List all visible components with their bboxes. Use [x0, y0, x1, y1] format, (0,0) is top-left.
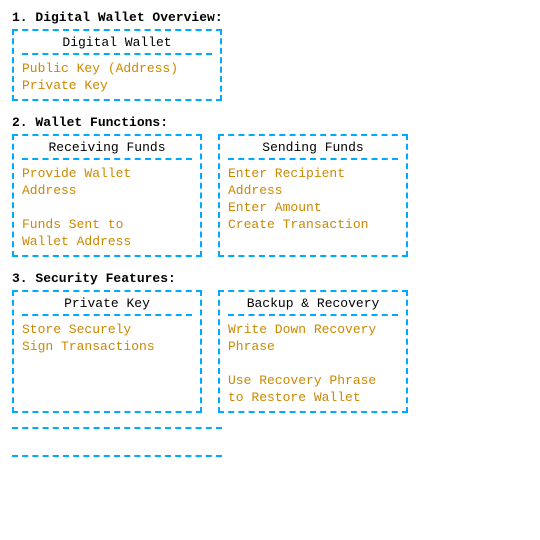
- sf-line-4: Create Transaction: [228, 217, 398, 232]
- rf-line-4: Funds Sent to: [22, 217, 192, 232]
- receiving-funds-content: Provide Wallet Address Funds Sent to Wal…: [22, 164, 192, 249]
- br-line-2: Phrase: [228, 339, 398, 354]
- sf-line-2: Address: [228, 183, 398, 198]
- section-1-title: 1. Digital Wallet Overview:: [12, 10, 528, 25]
- rf-line-3: [22, 200, 192, 215]
- line-public-key: Public Key (Address): [22, 61, 212, 76]
- digital-wallet-content: Public Key (Address) Private Key: [22, 59, 212, 93]
- section-1: 1. Digital Wallet Overview: Digital Wall…: [12, 10, 528, 101]
- pk-line-1: Store Securely: [22, 322, 192, 337]
- private-key-title: Private Key: [22, 296, 192, 316]
- section-1-boxes: Digital Wallet Public Key (Address) Priv…: [12, 29, 528, 101]
- page-content: 1. Digital Wallet Overview: Digital Wall…: [12, 10, 528, 457]
- private-key-box: Private Key Store Securely Sign Transact…: [12, 290, 202, 413]
- section-3-boxes: Private Key Store Securely Sign Transact…: [12, 290, 528, 413]
- section-2: 2. Wallet Functions: Receiving Funds Pro…: [12, 115, 528, 257]
- br-line-4: Use Recovery Phrase: [228, 373, 398, 388]
- bottom-dashed-area: [12, 427, 222, 457]
- br-line-1: Write Down Recovery: [228, 322, 398, 337]
- sending-funds-title: Sending Funds: [228, 140, 398, 160]
- pk-line-2: Sign Transactions: [22, 339, 192, 354]
- section-2-title: 2. Wallet Functions:: [12, 115, 528, 130]
- rf-line-5: Wallet Address: [22, 234, 192, 249]
- backup-recovery-box: Backup & Recovery Write Down Recovery Ph…: [218, 290, 408, 413]
- rf-line-2: Address: [22, 183, 192, 198]
- br-line-5: to Restore Wallet: [228, 390, 398, 405]
- digital-wallet-box: Digital Wallet Public Key (Address) Priv…: [12, 29, 222, 101]
- sf-line-3: Enter Amount: [228, 200, 398, 215]
- sending-funds-content: Enter Recipient Address Enter Amount Cre…: [228, 164, 398, 232]
- section-3-title: 3. Security Features:: [12, 271, 528, 286]
- section-2-boxes: Receiving Funds Provide Wallet Address F…: [12, 134, 528, 257]
- sending-funds-box: Sending Funds Enter Recipient Address En…: [218, 134, 408, 257]
- receiving-funds-title: Receiving Funds: [22, 140, 192, 160]
- br-line-3: [228, 356, 398, 371]
- private-key-content: Store Securely Sign Transactions: [22, 320, 192, 354]
- backup-recovery-title: Backup & Recovery: [228, 296, 398, 316]
- section-3: 3. Security Features: Private Key Store …: [12, 271, 528, 413]
- sf-line-1: Enter Recipient: [228, 166, 398, 181]
- rf-line-1: Provide Wallet: [22, 166, 192, 181]
- line-private-key: Private Key: [22, 78, 212, 93]
- digital-wallet-title: Digital Wallet: [22, 35, 212, 55]
- backup-recovery-content: Write Down Recovery Phrase Use Recovery …: [228, 320, 398, 405]
- receiving-funds-box: Receiving Funds Provide Wallet Address F…: [12, 134, 202, 257]
